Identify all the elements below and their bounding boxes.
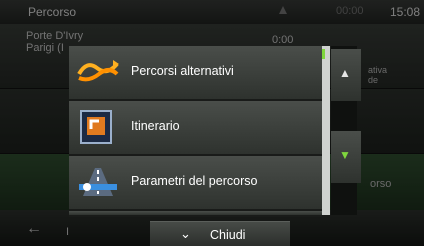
menu-item-route-settings[interactable]: Parametri del percorso	[69, 156, 322, 211]
menu-item-partial	[69, 211, 322, 217]
screen: Percorso 00:00 15:08 Porte D'Ivry Parigi…	[0, 0, 424, 246]
chevron-up-icon: ▲	[339, 66, 351, 80]
scroll-down-button[interactable]: ▼	[331, 131, 361, 183]
scroll-up-button[interactable]: ▲	[331, 49, 361, 101]
alternative-routes-icon	[77, 60, 119, 82]
close-button[interactable]: ⌄ Chiudi	[150, 221, 290, 246]
close-button-label: Chiudi	[210, 228, 246, 242]
menu-item-label: Parametri del percorso	[131, 174, 258, 188]
itinerary-icon	[80, 110, 112, 144]
route-settings-icon	[79, 168, 117, 196]
route-menu: Percorsi alternativi Itinerario Parametr…	[69, 46, 330, 217]
chevron-down-icon: ⌄	[180, 226, 191, 241]
chevron-down-icon: ▼	[339, 148, 351, 162]
menu-item-itinerary[interactable]: Itinerario	[69, 101, 322, 156]
scroll-position-indicator	[322, 49, 325, 59]
menu-item-label: Itinerario	[131, 119, 180, 133]
menu-item-label: Percorsi alternativi	[131, 64, 234, 78]
menu-item-alternative-routes[interactable]: Percorsi alternativi	[69, 46, 322, 101]
